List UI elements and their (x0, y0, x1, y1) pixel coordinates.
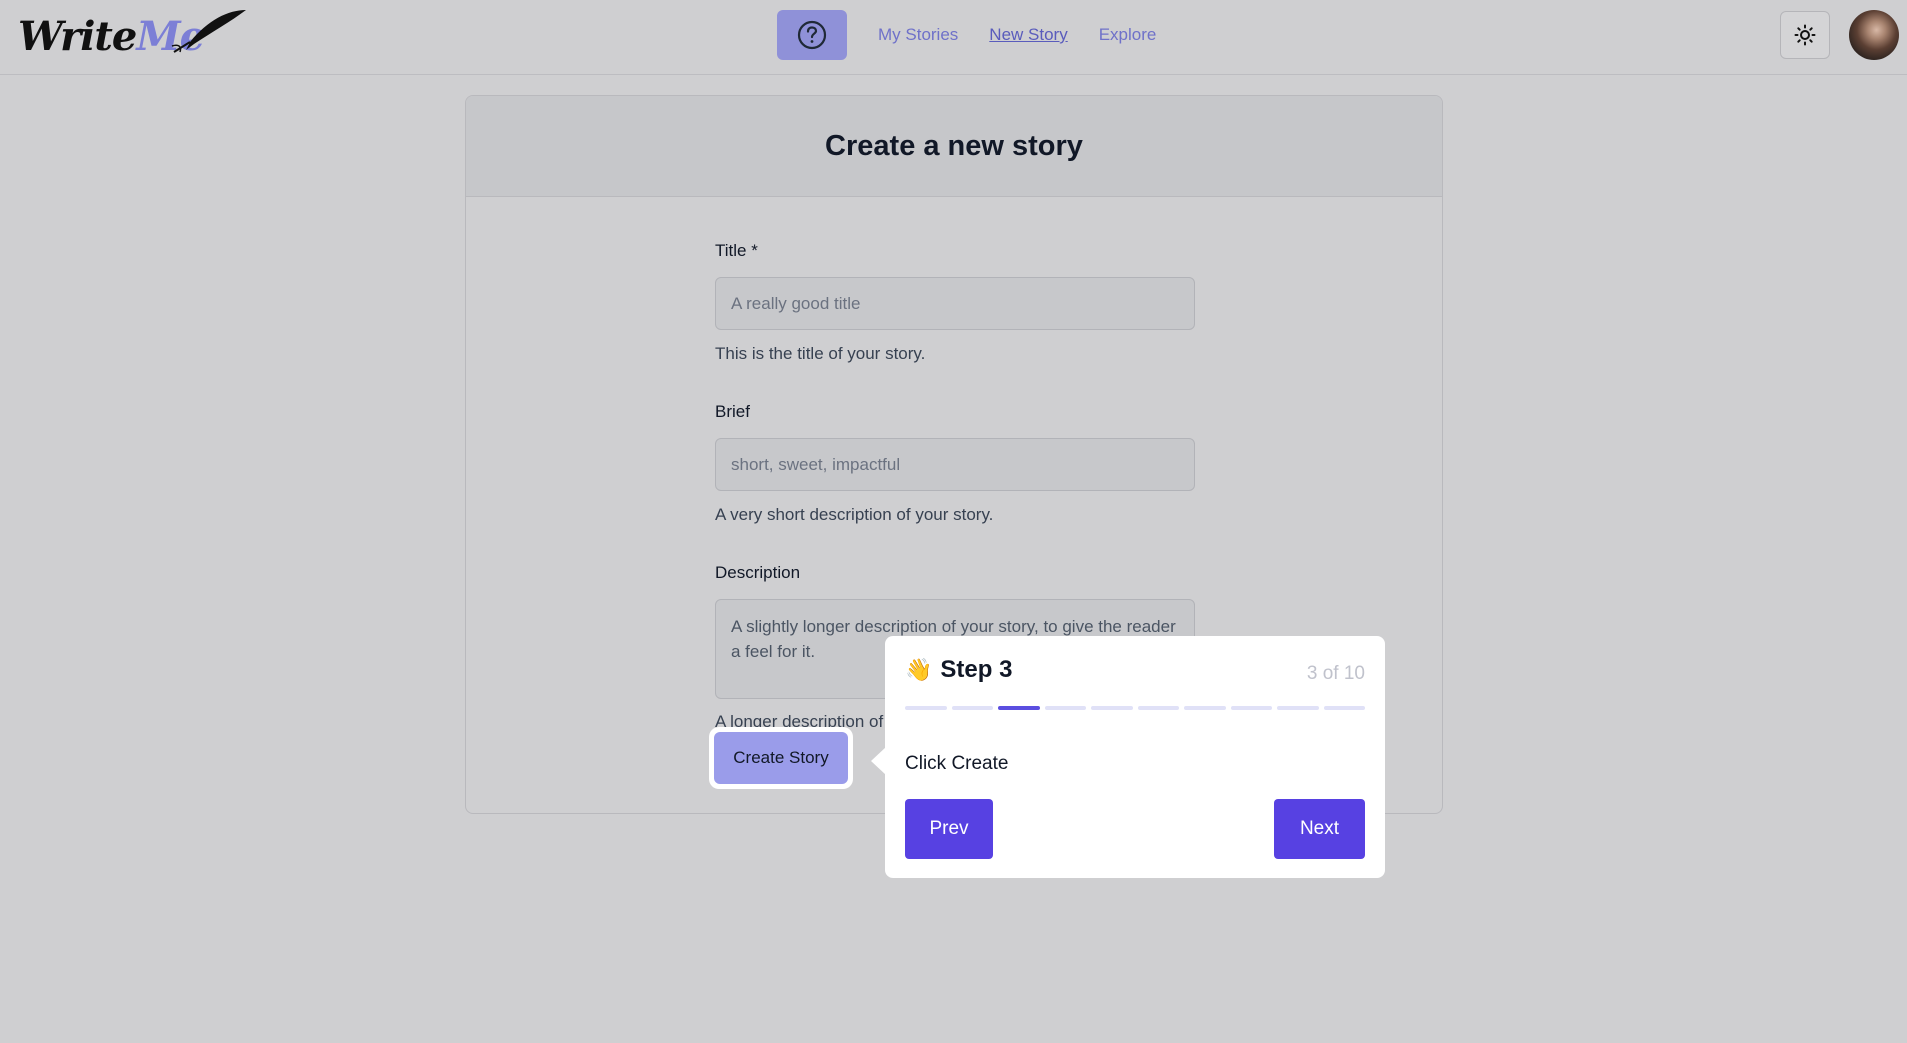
popover-arrow (871, 747, 886, 775)
tour-progress-segment (1230, 706, 1272, 710)
tour-progress-bar (905, 706, 1365, 710)
tour-popover: 👋 Step 3 3 of 10 Click Create Prev Next (885, 636, 1385, 878)
sun-icon (1794, 24, 1816, 46)
tour-progress-segment (1277, 706, 1319, 710)
tour-step-counter: 3 of 10 (1306, 663, 1365, 684)
tour-progress-segment (1184, 706, 1226, 710)
description-label: Description (715, 563, 801, 582)
tour-title: 👋 Step 3 (905, 656, 1012, 684)
page-title: Create a new story (825, 129, 1083, 162)
tour-progress-segment (1091, 706, 1133, 710)
tour-body-text: Click Create (905, 753, 1009, 774)
theme-toggle-button[interactable] (1780, 11, 1830, 59)
quill-feather-icon (171, 10, 246, 53)
top-navbar: WriteMe My Stories New Story Explore (0, 0, 1907, 75)
title-help-text: This is the title of your story. (715, 344, 926, 363)
title-input[interactable]: A really good title (715, 277, 1195, 330)
help-button[interactable] (777, 10, 847, 60)
brief-help-text: A very short description of your story. (715, 505, 994, 524)
nav-my-stories[interactable]: My Stories (878, 25, 958, 45)
tour-prev-button[interactable]: Prev (905, 799, 993, 859)
tour-progress-segment (905, 706, 947, 710)
tour-highlight: Create Story (709, 727, 853, 789)
brief-label: Brief (715, 402, 750, 421)
tour-next-button[interactable]: Next (1274, 799, 1365, 859)
avatar[interactable] (1849, 10, 1899, 60)
main-nav: My Stories New Story Explore (777, 10, 1156, 60)
title-label: Title * (715, 241, 758, 260)
tour-progress-segment (1137, 706, 1179, 710)
help-circle-icon (797, 20, 827, 50)
tour-step-title: Step 3 (940, 656, 1013, 683)
waving-hand-icon: 👋 (905, 657, 933, 682)
tour-progress-segment (1044, 706, 1086, 710)
tour-progress-segment (1323, 706, 1365, 710)
card-header: Create a new story (466, 96, 1442, 197)
nav-new-story[interactable]: New Story (989, 25, 1067, 45)
brief-input[interactable]: short, sweet, impactful (715, 438, 1195, 491)
tour-progress-segment (998, 706, 1040, 710)
tour-progress-segment (951, 706, 993, 710)
nav-explore[interactable]: Explore (1099, 25, 1157, 45)
create-story-button[interactable]: Create Story (714, 732, 848, 784)
app-logo[interactable]: WriteMe (18, 10, 246, 62)
